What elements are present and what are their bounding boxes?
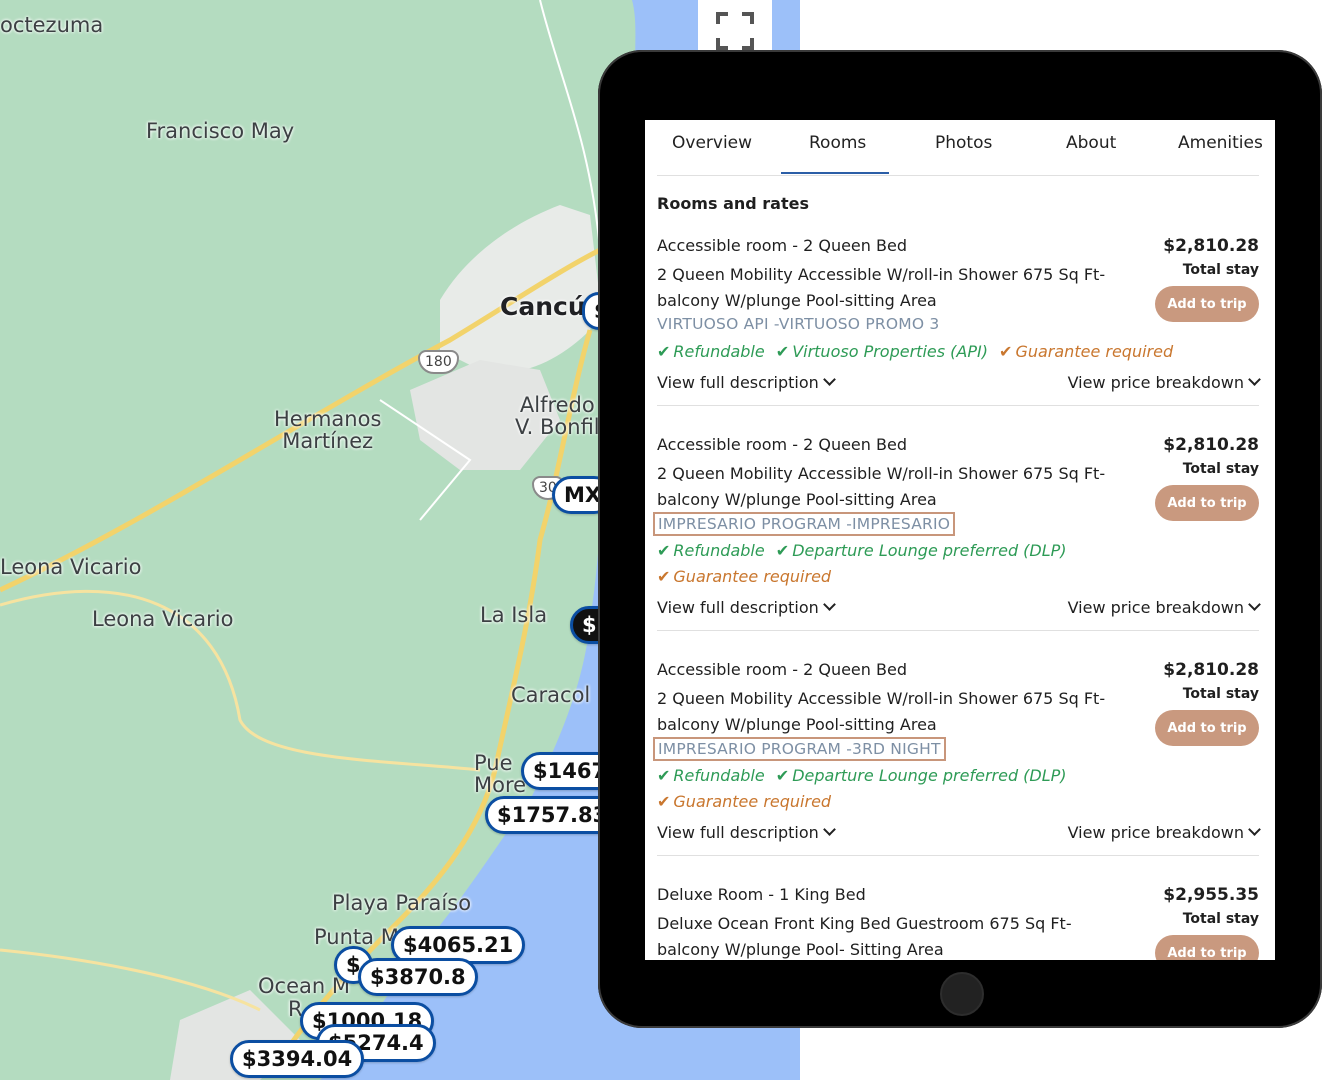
room-features: ✔ Refundable ✔ Departure Lounge preferred …	[657, 541, 1067, 560]
hotel-detail-screen: Overview Rooms Photos About Amenities Ro…	[645, 120, 1275, 960]
room-price: $2,810.28	[1163, 660, 1259, 680]
room-divider	[657, 405, 1259, 406]
feature-label: Guarantee required	[673, 567, 832, 586]
room-features: ✔ Guarantee required	[657, 567, 831, 586]
room-price: $2,810.28	[1163, 236, 1259, 256]
chevron-down-icon	[1248, 598, 1261, 611]
place-label: Hermanos Martínez	[274, 407, 382, 454]
fullscreen-icon	[716, 12, 754, 50]
feature-label: Refundable	[673, 342, 765, 361]
rate-program: IMPRESARIO PROGRAM -IMPRESARIO	[653, 512, 956, 536]
feature-label: Virtuoso Properties (API)	[792, 342, 988, 361]
room-features: ✔ Refundable ✔ Departure Lounge preferred …	[657, 766, 1067, 785]
place-label: Playa Paraíso	[332, 891, 472, 915]
link-label: View price breakdown	[1067, 598, 1244, 617]
tab-about[interactable]: About	[1066, 133, 1116, 153]
view-price-breakdown-link[interactable]: View price breakdown	[1067, 373, 1261, 392]
room-features: ✔ Guarantee required	[657, 792, 831, 811]
place-label: Caracol	[511, 683, 591, 707]
feature-label: Refundable	[673, 541, 765, 560]
section-title: Rooms and rates	[657, 194, 809, 213]
place-label: Leona Vicario	[0, 555, 142, 579]
chevron-down-icon	[822, 598, 836, 611]
place-label: Punta M	[314, 925, 399, 949]
place-label: Pue More	[474, 751, 527, 798]
rate-program: VIRTUOSO API -VIRTUOSO PROMO 3	[657, 315, 940, 333]
check-icon: ✔	[657, 792, 671, 811]
place-label: Ocean M	[258, 974, 350, 998]
room-description: Deluxe Ocean Front King Bed Guestroom 67…	[657, 914, 1072, 959]
tab-bar: Overview Rooms Photos About Amenities	[645, 120, 1275, 176]
link-label: View price breakdown	[1067, 373, 1244, 392]
chevron-down-icon	[1248, 823, 1261, 836]
room-price: $2,810.28	[1163, 435, 1259, 455]
check-icon: ✔	[775, 342, 790, 361]
room-description: 2 Queen Mobility Accessible W/roll-in Sh…	[657, 464, 1106, 509]
active-tab-indicator	[781, 172, 889, 174]
chevron-down-icon	[822, 823, 836, 836]
add-to-trip-button[interactable]: Add to trip	[1155, 286, 1259, 322]
link-label: View price breakdown	[1067, 823, 1244, 842]
check-icon: ✔	[657, 766, 671, 785]
view-full-description-link[interactable]: View full description	[657, 373, 836, 392]
check-icon: ✔	[775, 766, 790, 785]
room-divider	[657, 855, 1259, 856]
link-label: View full description	[657, 823, 819, 842]
feature-label: Departure Lounge preferred (DLP)	[792, 766, 1067, 785]
link-label: View full description	[657, 598, 819, 617]
place-label: Alfredo V. Bonfil	[515, 393, 600, 440]
feature-label: Refundable	[673, 766, 765, 785]
room-name: Accessible room - 2 Queen Bed	[657, 435, 907, 454]
check-icon: ✔	[657, 541, 671, 560]
link-label: View full description	[657, 373, 819, 392]
feature-label: Departure Lounge preferred (DLP)	[792, 541, 1067, 560]
rate-program: IMPRESARIO PROGRAM -3RD NIGHT	[653, 737, 946, 761]
add-to-trip-button[interactable]: Add to trip	[1155, 710, 1259, 746]
room-description: 2 Queen Mobility Accessible W/roll-in Sh…	[657, 689, 1106, 734]
room-name: Accessible room - 2 Queen Bed	[657, 660, 907, 679]
tab-divider	[657, 175, 1259, 176]
map-price-pin[interactable]: $3870.8	[358, 958, 478, 997]
view-price-breakdown-link[interactable]: View price breakdown	[1067, 823, 1261, 842]
place-label: Francisco May	[146, 119, 295, 143]
add-to-trip-button[interactable]: Add to trip	[1155, 935, 1259, 960]
view-price-breakdown-link[interactable]: View price breakdown	[1067, 598, 1261, 617]
place-label: Leona Vicario	[92, 607, 234, 631]
place-label: La Isla	[480, 603, 548, 627]
highway-shield-icon: 180	[418, 350, 459, 374]
check-icon: ✔	[657, 342, 671, 361]
tab-overview[interactable]: Overview	[672, 133, 752, 153]
place-label: Cancú	[500, 292, 586, 321]
feature-label: Guarantee required	[1015, 342, 1174, 361]
map-price-pin[interactable]: $3394.04	[230, 1040, 365, 1079]
fullscreen-button[interactable]	[698, 0, 772, 56]
tab-photos[interactable]: Photos	[935, 133, 992, 153]
tablet-frame: Overview Rooms Photos About Amenities Ro…	[598, 50, 1322, 1028]
place-label: octezuma	[0, 13, 104, 37]
room-divider	[657, 630, 1259, 631]
feature-label: Guarantee required	[673, 792, 832, 811]
total-stay-label: Total stay	[1182, 686, 1259, 702]
total-stay-label: Total stay	[1182, 461, 1259, 477]
view-full-description-link[interactable]: View full description	[657, 823, 836, 842]
total-stay-label: Total stay	[1182, 262, 1259, 278]
check-icon: ✔	[775, 541, 790, 560]
room-description: 2 Queen Mobility Accessible W/roll-in Sh…	[657, 265, 1106, 310]
check-icon: ✔	[657, 567, 671, 586]
check-icon: ✔	[999, 342, 1013, 361]
room-features: ✔ Refundable ✔ Virtuoso Properties (API) ✔…	[657, 342, 1173, 361]
home-button[interactable]	[940, 972, 984, 1016]
room-name: Accessible room - 2 Queen Bed	[657, 236, 907, 255]
room-name: Deluxe Room - 1 King Bed	[657, 885, 866, 904]
chevron-down-icon	[822, 373, 836, 386]
view-full-description-link[interactable]: View full description	[657, 598, 836, 617]
total-stay-label: Total stay	[1182, 911, 1259, 927]
add-to-trip-button[interactable]: Add to trip	[1155, 485, 1259, 521]
tab-amenities[interactable]: Amenities	[1178, 133, 1263, 153]
tab-rooms[interactable]: Rooms	[809, 133, 866, 153]
chevron-down-icon	[1248, 373, 1261, 386]
room-price: $2,955.35	[1163, 885, 1259, 905]
